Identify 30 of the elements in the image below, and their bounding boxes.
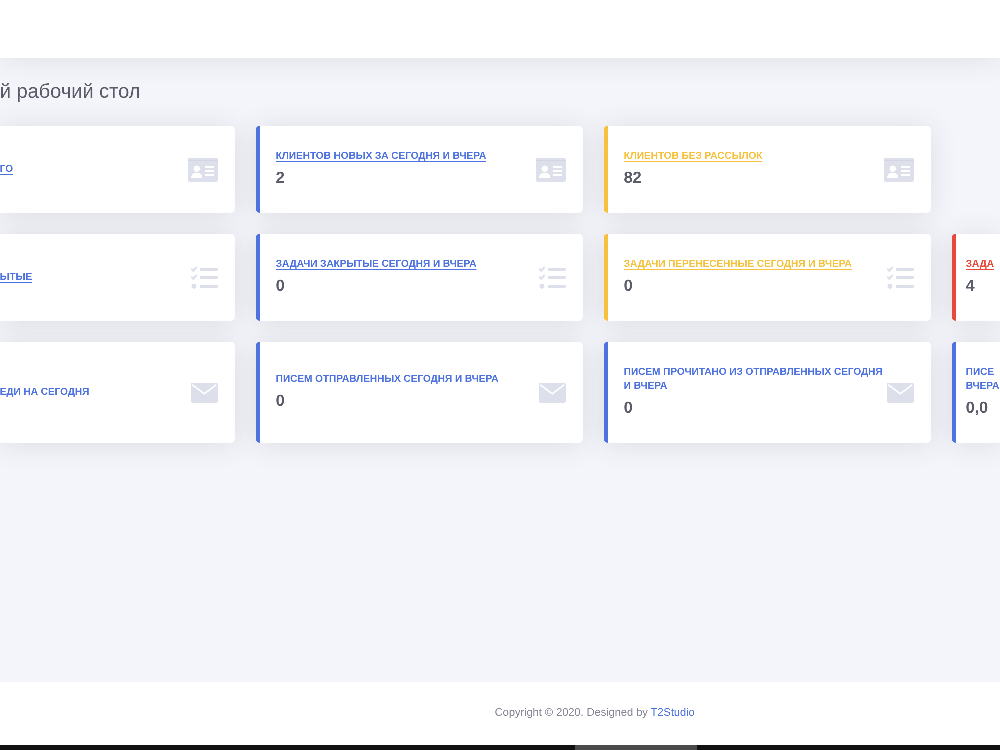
card-value: 0 [276, 392, 286, 412]
copyright-text: Copyright © 2020. Designed by T2Studio [495, 706, 695, 722]
card-title: ПИСЕ ВЧЕРА [966, 366, 1000, 394]
card-value: 0 [276, 277, 286, 297]
envelope-icon [539, 382, 566, 402]
envelope-icon [191, 382, 218, 402]
envelope-icon [887, 382, 914, 402]
card-title: ЕДИ НА СЕГОДНЯ [0, 386, 90, 400]
card-value: 4 [966, 277, 976, 297]
checklist-icon [191, 266, 218, 290]
page-title: й рабочий стол [0, 80, 142, 105]
card-title-link[interactable]: ЗАДА [966, 258, 994, 272]
card-title: ПИСЕМ ОТПРАВЛЕННЫХ СЕГОДНЯ И ВЧЕРА [276, 373, 499, 387]
card-title-link[interactable]: ЫТЫЕ [0, 270, 32, 284]
id-card-icon [884, 158, 914, 182]
card-title: ПИСЕМ ПРОЧИТАНО ИЗ ОТПРАВЛЕННЫХ СЕГОДНЯ И ВЧЕРА [624, 366, 884, 394]
card-value: 82 [624, 169, 643, 189]
card-title-link[interactable]: ЗАДАЧИ ЗАКРЫТЫЕ СЕГОДНЯ И ВЧЕРА [276, 258, 477, 272]
checklist-icon [539, 266, 566, 290]
footer-link[interactable]: T2Studio [650, 707, 695, 720]
card-title-link[interactable]: ГО [0, 162, 14, 176]
id-card-icon [188, 158, 218, 182]
card-value: 0 [624, 399, 634, 419]
card-value: 0 [624, 277, 634, 297]
scrollbar-thumb[interactable] [575, 745, 697, 750]
card-value: 0,0 [966, 399, 990, 419]
checklist-icon [887, 266, 914, 290]
card-value: 2 [276, 169, 286, 189]
card-title-link[interactable]: КЛИЕНТОВ НОВЫХ ЗА СЕГОДНЯ И ВЧЕРА [276, 150, 486, 164]
id-card-icon [536, 158, 566, 182]
